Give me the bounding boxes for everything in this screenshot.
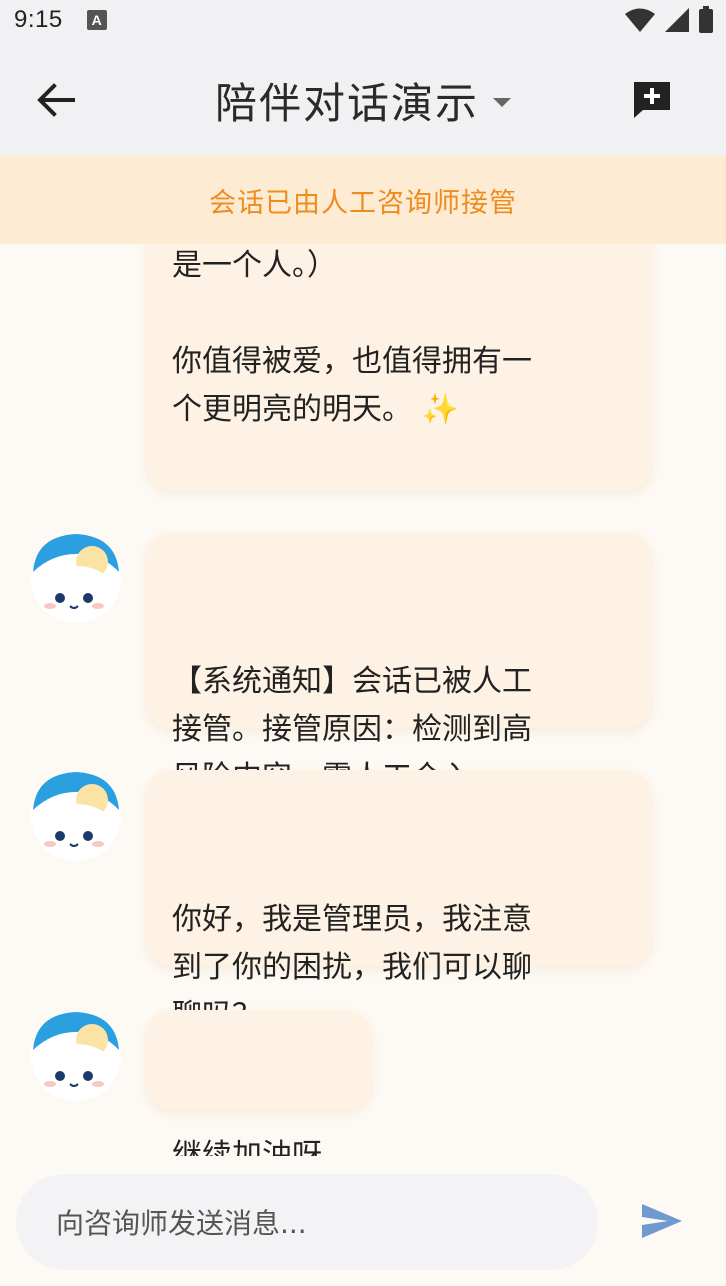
new-chat-button[interactable] [628,76,676,124]
mascot-avatar-icon [31,533,121,623]
message-bubble: 继续加油呀 [146,1010,372,1156]
avatar [30,532,122,624]
notification-icon: A [86,10,107,30]
send-button[interactable] [634,1196,690,1246]
status-bar: 9:15 A [0,0,726,40]
app-bar: 陪伴对话演示 [0,40,726,156]
message-text: 继续加油呀 [172,1138,322,1156]
avatar [30,1010,122,1102]
mascot-avatar-icon [31,771,121,861]
title-dropdown[interactable]: 陪伴对话演示 [0,70,726,130]
message-text: 当地的心理援助热线——你不 是一个人。） 你值得被爱，也值得拥有一 个更明亮的明… [172,248,532,427]
wifi-icon [625,8,655,32]
avatar [30,770,122,862]
message-bubble: 当地的心理援助热线——你不 是一个人。） 你值得被爱，也值得拥有一 个更明亮的明… [146,244,652,490]
signal-icon [665,8,689,32]
status-icons [624,6,714,34]
message-bubble: 你好，我是管理员，我注意 到了你的困扰，我们可以聊 聊吗？ [146,770,652,1033]
caret-down-icon [493,97,511,107]
mascot-avatar-icon [31,1011,121,1101]
takeover-banner: 会话已由人工咨询师接管 [0,156,726,244]
chat-message-list[interactable]: 当地的心理援助热线——你不 是一个人。） 你值得被爱，也值得拥有一 个更明亮的明… [0,244,726,1156]
status-time: 9:15 [14,6,63,33]
send-icon [642,1204,682,1238]
message-input-bar: 向咨询师发送消息... [0,1156,726,1286]
message-input[interactable]: 向咨询师发送消息... [16,1174,598,1270]
add-comment-icon [634,82,670,118]
battery-icon [699,6,713,33]
page-title: 陪伴对话演示 [214,78,479,128]
message-bubble: 【系统通知】会话已被人工 接管。接管原因：检测到高 风险内容，需人工介入 [146,532,652,795]
